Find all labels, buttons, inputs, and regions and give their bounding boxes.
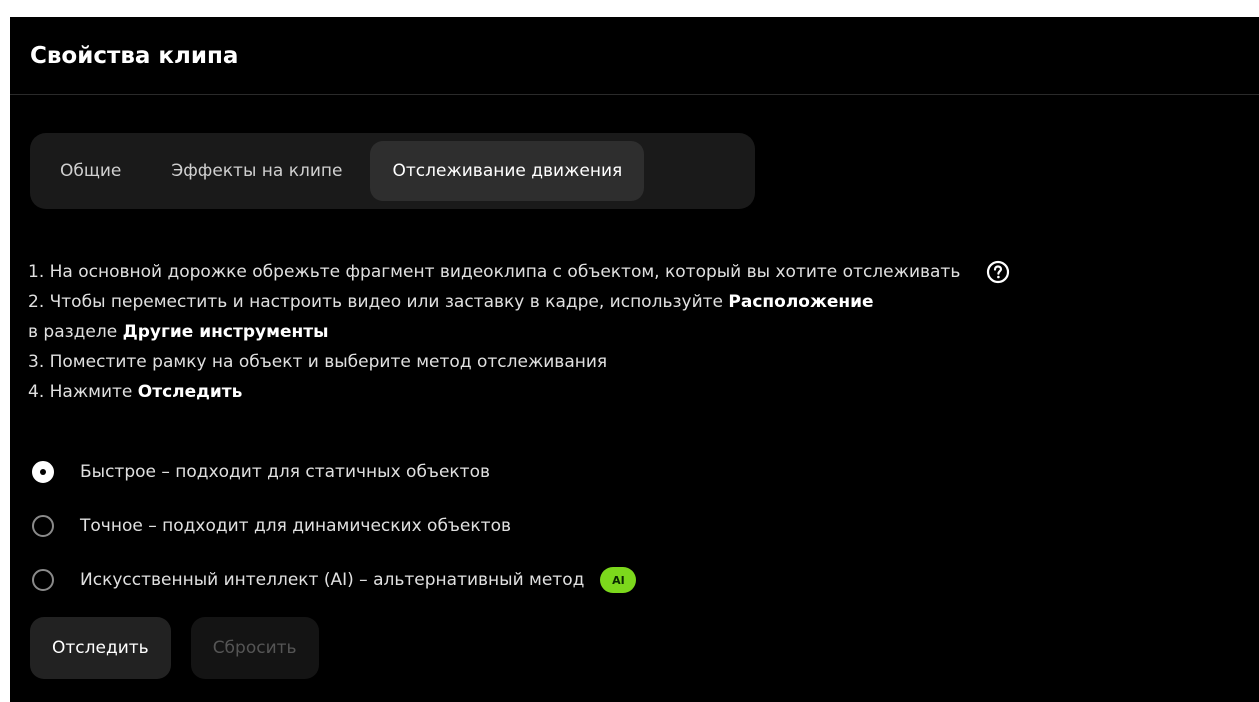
instruction-step-4-text: 4. Нажмите	[28, 382, 138, 402]
instruction-step-2-text: 2. Чтобы переместить и настроить видео и…	[28, 292, 729, 312]
instructions: 1. На основной дорожке обрежьте фрагмент…	[28, 257, 1010, 407]
method-precise-label: Точное – подходит для динамических объек…	[80, 516, 511, 536]
action-buttons: Отследить Сбросить	[30, 617, 319, 679]
method-ai-option[interactable]: Искусственный интеллект (AI) – альтернат…	[32, 553, 637, 607]
method-fast-label: Быстрое – подходит для статичных объекто…	[80, 462, 490, 482]
radio-precise[interactable]	[32, 515, 54, 537]
instruction-step-1: 1. На основной дорожке обрежьте фрагмент…	[28, 257, 1010, 287]
tab-clip-effects[interactable]: Эффекты на клипе	[149, 141, 364, 201]
instruction-step-2: 2. Чтобы переместить и настроить видео и…	[28, 287, 1010, 317]
instruction-step-4: 4. Нажмите Отследить	[28, 377, 1010, 407]
ai-badge: AI	[600, 567, 637, 593]
method-fast-option[interactable]: Быстрое – подходит для статичных объекто…	[32, 445, 636, 499]
instruction-step-2-cont: в разделе Другие инструменты	[28, 317, 1010, 347]
panel-title: Свойства клипа	[30, 42, 239, 69]
radio-fast[interactable]	[32, 461, 54, 483]
method-precise-option[interactable]: Точное – подходит для динамических объек…	[32, 499, 636, 553]
clip-properties-panel: Свойства клипа Общие Эффекты на клипе От…	[10, 17, 1259, 702]
instruction-step-2-cont-text: в разделе	[28, 322, 123, 342]
reset-button[interactable]: Сбросить	[190, 617, 319, 679]
tab-general[interactable]: Общие	[38, 141, 143, 201]
tracking-method-group: Быстрое – подходит для статичных объекто…	[32, 445, 637, 607]
panel-header: Свойства клипа	[10, 17, 1259, 95]
instruction-step-3: 3. Поместите рамку на объект и выберите …	[28, 352, 608, 372]
instruction-other-tools: Другие инструменты	[122, 322, 329, 342]
radio-ai[interactable]	[32, 569, 54, 591]
tab-motion-tracking[interactable]: Отслеживание движения	[370, 141, 645, 201]
method-ai-label: Искусственный интеллект (AI) – альтернат…	[80, 570, 585, 590]
question-circle-icon[interactable]	[986, 260, 1010, 284]
tab-bar: Общие Эффекты на клипе Отслеживание движ…	[30, 133, 755, 209]
instruction-layout-link: Расположение	[728, 292, 874, 312]
track-button[interactable]: Отследить	[30, 617, 171, 679]
instruction-track-bold: Отследить	[137, 382, 243, 402]
instruction-step-1-text: 1. На основной дорожке обрежьте фрагмент…	[28, 262, 961, 282]
